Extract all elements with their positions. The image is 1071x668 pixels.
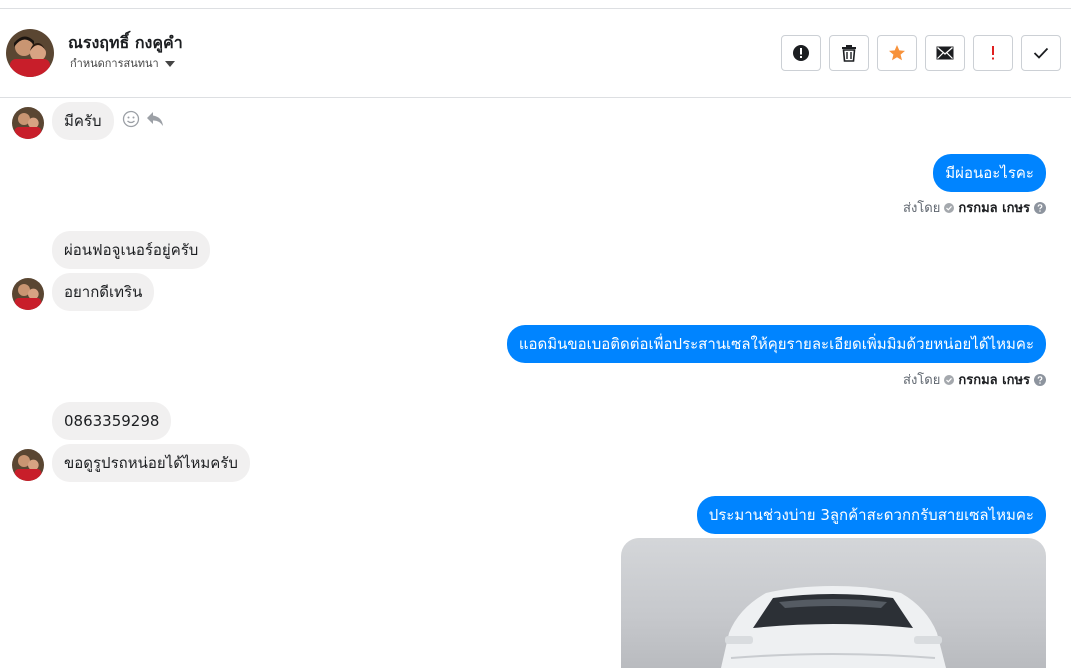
incoming-message[interactable]: ขอดูรูปรถหน่อยได้ไหมครับ bbox=[52, 444, 250, 482]
delete-button[interactable] bbox=[829, 35, 869, 71]
sent-by-label: ส่งโดย bbox=[903, 373, 941, 388]
chevron-down-icon bbox=[164, 61, 175, 67]
star-icon bbox=[889, 45, 905, 61]
avatar bbox=[12, 449, 44, 481]
agent-name[interactable]: กรกมล เกษร bbox=[958, 197, 1030, 218]
reply-icon[interactable] bbox=[146, 111, 164, 127]
assign-label: กำหนดการสนทนา bbox=[70, 57, 159, 70]
avatar bbox=[12, 278, 44, 310]
help-icon[interactable] bbox=[1034, 373, 1046, 386]
smiley-icon[interactable] bbox=[122, 110, 140, 128]
check-circle-icon bbox=[944, 374, 955, 385]
assign-conversation-dropdown[interactable]: กำหนดการสนทนา bbox=[70, 54, 175, 72]
incoming-message[interactable]: มีครับ bbox=[52, 102, 114, 140]
check-icon bbox=[1033, 47, 1049, 59]
sent-by-meta: ส่งโดย กรกมล เกษร bbox=[903, 369, 1046, 390]
envelope-icon bbox=[936, 46, 954, 60]
done-button[interactable] bbox=[1021, 35, 1061, 71]
agent-name[interactable]: กรกมล เกษร bbox=[958, 369, 1030, 390]
trash-icon bbox=[842, 45, 856, 62]
outgoing-message[interactable]: ประมานช่วงบ่าย 3ลูกค้าสะดวกกรับสายเซลไหม… bbox=[696, 496, 1046, 534]
help-icon[interactable] bbox=[1034, 201, 1046, 214]
check-circle-icon bbox=[944, 202, 955, 213]
conversation-toolbar bbox=[781, 35, 1061, 71]
message-thread: มีครับ มีผ่อนอะไรคะ ส่งโดย กรกมล เกษร ผ่… bbox=[0, 98, 1071, 668]
car-photo[interactable] bbox=[621, 538, 1046, 668]
outgoing-message[interactable]: มีผ่อนอะไรคะ bbox=[933, 154, 1046, 192]
exclamation-circle-icon bbox=[793, 45, 809, 61]
incoming-message[interactable]: ผ่อนฟอจูเนอร์อยู่ครับ bbox=[52, 231, 211, 269]
incoming-message[interactable]: อยากดีเทริน bbox=[52, 273, 155, 311]
conversation-header: ณรงฤทธิ์ กงคูคำ กำหนดการสนทนา bbox=[0, 9, 1071, 98]
mark-unread-button[interactable] bbox=[925, 35, 965, 71]
sent-by-meta: ส่งโดย กรกมล เกษร bbox=[903, 197, 1046, 218]
avatar bbox=[12, 107, 44, 139]
message-actions bbox=[122, 110, 164, 128]
incoming-message[interactable]: 0863359298 bbox=[52, 402, 172, 440]
important-button[interactable] bbox=[973, 35, 1013, 71]
spam-button[interactable] bbox=[781, 35, 821, 71]
sent-by-label: ส่งโดย bbox=[903, 201, 941, 216]
avatar[interactable] bbox=[6, 29, 54, 77]
star-button[interactable] bbox=[877, 35, 917, 71]
exclamation-icon bbox=[992, 46, 994, 60]
outgoing-message[interactable]: แอดมินขอเบอติดต่อเพื่อประสานเซลให้คุยราย… bbox=[506, 325, 1046, 363]
contact-name: ณรงฤทธิ์ กงคูคำ bbox=[68, 33, 183, 52]
